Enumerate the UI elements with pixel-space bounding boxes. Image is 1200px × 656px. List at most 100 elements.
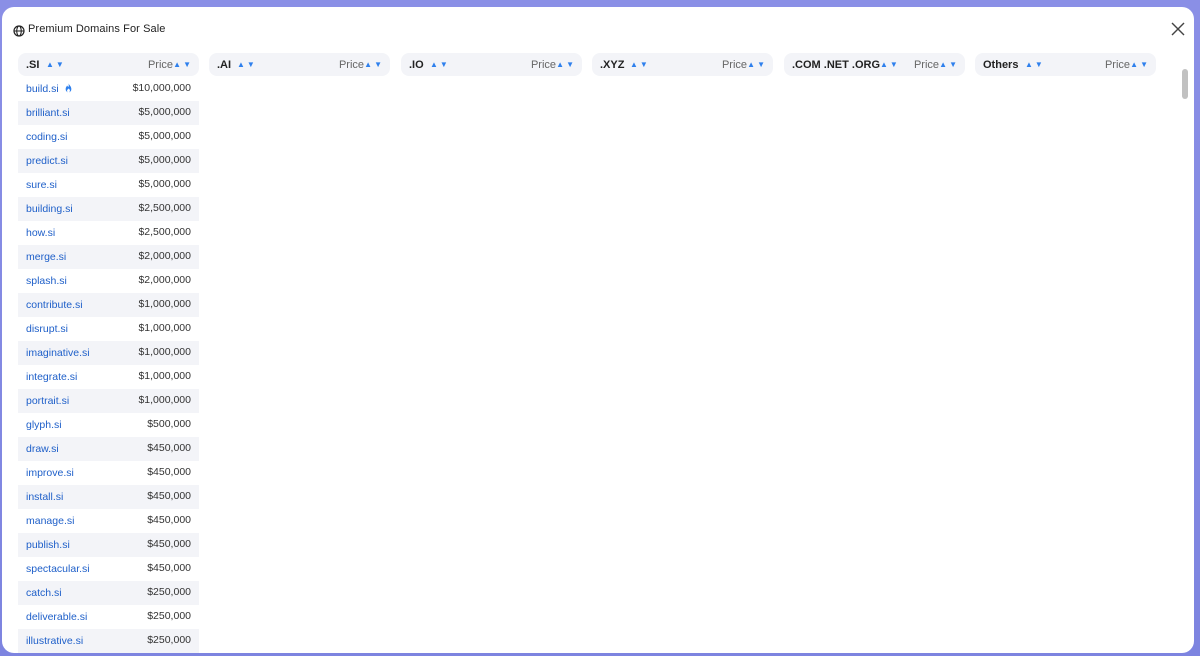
domain-link[interactable]: disrupt.si [26, 323, 68, 335]
domain-price: $1,000,000 [138, 298, 191, 310]
domain-link[interactable]: install.si [26, 491, 63, 503]
domain-link[interactable]: contribute.si [26, 299, 83, 311]
column-title: .AI [217, 59, 232, 71]
domain-link[interactable]: imaginative.si [26, 347, 90, 359]
sort-price-arrows[interactable]: ▲▼ [747, 60, 767, 69]
domain-name: building.si [26, 203, 73, 215]
price-sort-label[interactable]: Price [1105, 59, 1130, 71]
domain-link[interactable]: glyph.si [26, 419, 62, 431]
sort-name-arrows[interactable]: ▲▼ [237, 60, 257, 69]
domain-price: $450,000 [147, 490, 191, 502]
domain-link[interactable]: draw.si [26, 443, 59, 455]
domain-link[interactable]: catch.si [26, 587, 62, 599]
domain-row: imaginative.si $1,000,000 [18, 341, 199, 365]
scroll-thumb[interactable] [1182, 69, 1188, 99]
domain-price: $450,000 [147, 442, 191, 454]
column-title: .COM .NET .ORG [792, 59, 880, 71]
column-title: Others [983, 59, 1019, 71]
domain-row: brilliant.si $5,000,000 [18, 101, 199, 125]
sort-name-arrows[interactable]: ▲▼ [1025, 60, 1045, 69]
domain-link[interactable]: publish.si [26, 539, 70, 551]
domain-row: contribute.si $1,000,000 [18, 293, 199, 317]
domain-row: disrupt.si $1,000,000 [18, 317, 199, 341]
sort-name-arrows[interactable]: ▲▼ [630, 60, 650, 69]
domain-link[interactable]: portrait.si [26, 395, 69, 407]
domain-name: how.si [26, 227, 56, 239]
domain-link[interactable]: spectacular.si [26, 563, 90, 575]
price-sort-label[interactable]: Price [914, 59, 939, 71]
sort-price-arrows[interactable]: ▲▼ [939, 60, 959, 69]
tld-columns: .SI ▲▼ Price ▲▼ build.si $10,000,000 brill… [18, 53, 1182, 653]
domain-link[interactable]: illustrative.si [26, 635, 83, 647]
domain-name: glyph.si [26, 419, 62, 431]
domain-price: $2,000,000 [138, 250, 191, 262]
domain-link[interactable]: deliverable.si [26, 611, 87, 623]
column-header-ai: .AI ▲▼ Price ▲▼ [209, 53, 390, 76]
price-sort-label[interactable]: Price [722, 59, 747, 71]
domain-price: $250,000 [147, 610, 191, 622]
domain-name: catch.si [26, 587, 62, 599]
sort-price-arrows[interactable]: ▲▼ [173, 60, 193, 69]
domain-link[interactable]: how.si [26, 227, 55, 239]
domain-name: manage.si [26, 515, 75, 527]
modal-title: Premium Domains For Sale [28, 23, 166, 35]
sort-name-arrows[interactable]: ▲▼ [430, 60, 450, 69]
domain-price: $5,000,000 [138, 178, 191, 190]
column-header-io: .IO ▲▼ Price ▲▼ [401, 53, 582, 76]
domain-row: building.si $2,500,000 [18, 197, 199, 221]
domain-name: sure.si [26, 179, 57, 191]
sort-price-arrows[interactable]: ▲▼ [1130, 60, 1150, 69]
domain-link[interactable]: brilliant.si [26, 107, 70, 119]
domain-row: manage.si $450,000 [18, 509, 199, 533]
domain-price: $250,000 [147, 586, 191, 598]
scrollbar[interactable] [1182, 65, 1188, 653]
price-sort-label[interactable]: Price [148, 59, 173, 71]
domain-name: publish.si [26, 539, 70, 551]
column-header-si: .SI ▲▼ Price ▲▼ [18, 53, 199, 76]
domain-name: merge.si [26, 251, 67, 263]
domain-name: disrupt.si [26, 323, 69, 335]
domain-link[interactable]: building.si [26, 203, 73, 215]
domain-row: integrate.si $1,000,000 [18, 365, 199, 389]
domain-link[interactable]: build.si [26, 83, 73, 95]
domain-price: $1,000,000 [138, 370, 191, 382]
sort-price-arrows[interactable]: ▲▼ [556, 60, 576, 69]
domain-price: $250,000 [147, 634, 191, 646]
domain-price: $2,000,000 [138, 274, 191, 286]
close-icon[interactable] [1170, 21, 1186, 37]
domain-price: $1,000,000 [138, 322, 191, 334]
domain-price: $450,000 [147, 514, 191, 526]
domain-row: merge.si $2,000,000 [18, 245, 199, 269]
price-sort-label[interactable]: Price [339, 59, 364, 71]
sort-name-arrows[interactable]: ▲▼ [46, 60, 66, 69]
price-sort-label[interactable]: Price [531, 59, 556, 71]
column-ai: .AI ▲▼ Price ▲▼ [209, 53, 390, 76]
domain-name: brilliant.si [26, 107, 70, 119]
domain-name: draw.si [26, 443, 59, 455]
domain-price: $5,000,000 [138, 130, 191, 142]
domain-link[interactable]: improve.si [26, 467, 74, 479]
sort-price-arrows[interactable]: ▲▼ [364, 60, 384, 69]
domain-name: illustrative.si [26, 635, 84, 647]
domain-link[interactable]: merge.si [26, 251, 66, 263]
domain-link[interactable]: predict.si [26, 155, 68, 167]
domain-price: $500,000 [147, 418, 191, 430]
domain-link[interactable]: manage.si [26, 515, 74, 527]
domain-row: illustrative.si $250,000 [18, 629, 199, 653]
domain-link[interactable]: sure.si [26, 179, 57, 191]
domain-row: catch.si $250,000 [18, 581, 199, 605]
domain-link[interactable]: coding.si [26, 131, 67, 143]
domain-row: glyph.si $500,000 [18, 413, 199, 437]
sort-name-arrows[interactable]: ▲▼ [880, 60, 900, 69]
domain-price: $2,500,000 [138, 226, 191, 238]
domain-name: coding.si [26, 131, 68, 143]
domain-link[interactable]: splash.si [26, 275, 67, 287]
domain-row: sure.si $5,000,000 [18, 173, 199, 197]
si-domain-list: build.si $10,000,000 brilliant.si $5,000,00… [18, 77, 199, 653]
domain-row: predict.si $5,000,000 [18, 149, 199, 173]
domain-name: deliverable.si [26, 611, 88, 623]
domain-link[interactable]: integrate.si [26, 371, 77, 383]
column-title: .SI [26, 59, 40, 71]
column-header-com-net-org: .COM .NET .ORG ▲▼ Price ▲▼ [784, 53, 965, 76]
domain-price: $450,000 [147, 562, 191, 574]
